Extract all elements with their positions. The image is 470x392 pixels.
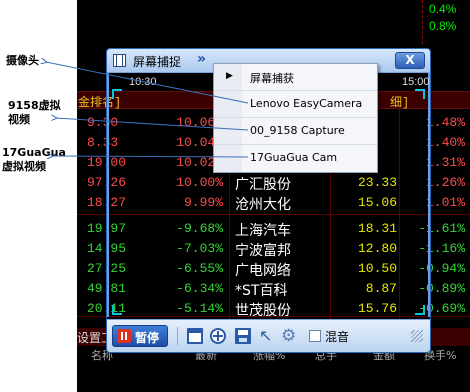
submenu-arrow-icon: ▶ (226, 71, 233, 81)
time-label-right: 15:00 (402, 76, 430, 88)
resize-grip-icon[interactable] (411, 330, 423, 342)
time-label-left: 10:30 (129, 76, 157, 88)
pause-icon (117, 329, 131, 343)
gear-icon[interactable]: ⚙ (281, 328, 297, 345)
selection-corner-bottom-left[interactable] (112, 305, 122, 315)
cursor-icon[interactable]: ↖ (259, 328, 275, 344)
pause-label: 暂停 (135, 331, 160, 345)
selection-corner-top-left[interactable] (112, 89, 122, 99)
window-capture-icon[interactable] (187, 328, 203, 344)
annotation-9158: 9158虚拟视频 (8, 99, 61, 126)
annotation-guagua: 17GuaGua虚拟视频 (2, 146, 66, 173)
film-icon (113, 54, 126, 67)
menu-item-label: Lenovo EasyCamera (250, 97, 363, 110)
top-percent-1: 0.4% (429, 2, 457, 16)
selection-corner-bottom-right[interactable] (415, 305, 425, 315)
toolbar-separator (177, 327, 178, 345)
capture-toolbar: 暂停 ↖ ⚙ 混音 (107, 319, 430, 352)
capture-source-menu: ▶ 屏幕捕获 Lenovo EasyCamera 00_9158 Capture 17G… (213, 63, 378, 173)
selection-corner-top-right[interactable] (415, 89, 425, 99)
mute-checkbox[interactable] (309, 330, 321, 342)
crosshair-region-icon[interactable] (210, 328, 226, 344)
menu-item[interactable]: 17GuaGua Cam (214, 145, 377, 172)
menu-item[interactable]: ▶ 屏幕捕获 (214, 64, 377, 91)
expand-menu-chevron-icon[interactable]: » (197, 51, 206, 67)
chart-divider (422, 0, 423, 44)
save-icon[interactable] (235, 328, 251, 344)
window-left-border (107, 73, 109, 317)
window-right-border (428, 73, 430, 317)
annotation-camera: 摄像头 (6, 54, 39, 67)
menu-item-label: 00_9158 Capture (250, 124, 345, 137)
menu-item[interactable]: 00_9158 Capture (214, 118, 377, 145)
menu-item-label: 屏幕捕获 (250, 72, 294, 85)
mute-label: 混音 (325, 330, 350, 344)
pause-button[interactable]: 暂停 (112, 325, 168, 347)
capture-title: 屏幕捕捉 (133, 55, 182, 69)
top-percent-2: 0.8% (429, 19, 457, 33)
menu-item[interactable]: Lenovo EasyCamera (214, 91, 377, 118)
close-button[interactable]: X (395, 52, 425, 69)
menu-item-label: 17GuaGua Cam (250, 151, 338, 164)
